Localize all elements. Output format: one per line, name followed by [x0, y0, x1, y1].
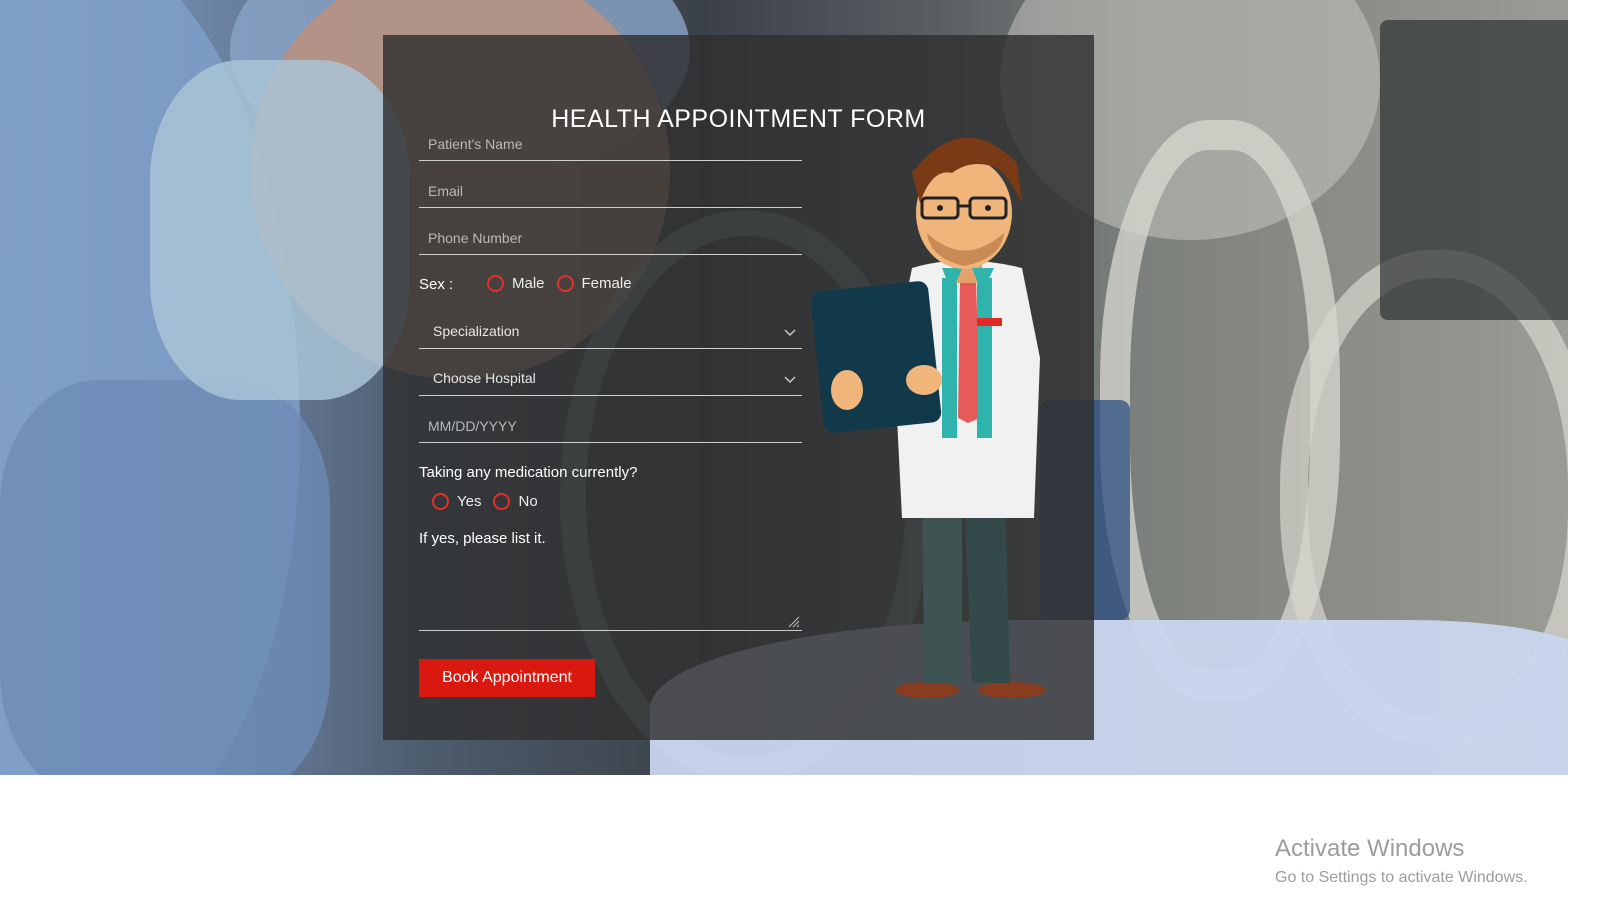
- male-label: Male: [512, 275, 545, 292]
- resize-handle-icon[interactable]: [788, 616, 800, 628]
- doctor-illustration: [812, 137, 1046, 698]
- watermark-title: Activate Windows: [1275, 835, 1465, 862]
- patient-name-field[interactable]: [419, 115, 802, 161]
- female-label: Female: [581, 275, 632, 292]
- yes-label: Yes: [457, 493, 482, 510]
- hospital-select[interactable]: Choose Hospital: [419, 350, 802, 396]
- watermark-subtitle: Go to Settings to activate Windows.: [1275, 869, 1528, 886]
- specialization-value: Specialization: [433, 323, 520, 339]
- email-field[interactable]: [419, 162, 802, 208]
- email-input[interactable]: [428, 183, 802, 199]
- specialization-select[interactable]: Specialization: [419, 303, 802, 349]
- patient-name-input[interactable]: [428, 136, 802, 152]
- medication-radio-group: Yes No: [432, 493, 550, 510]
- hospital-value: Choose Hospital: [433, 370, 536, 386]
- male-radio[interactable]: [487, 275, 504, 292]
- no-label: No: [518, 493, 538, 510]
- female-radio[interactable]: [556, 275, 574, 292]
- chevron-down-icon: [784, 329, 796, 336]
- chevron-down-icon: [784, 376, 796, 383]
- medication-question: Taking any medication currently?: [419, 464, 638, 481]
- book-appointment-button[interactable]: Book Appointment: [419, 659, 595, 697]
- sex-radio-group: Male Female: [487, 275, 644, 292]
- date-field[interactable]: [419, 397, 802, 443]
- activate-windows-watermark: Activate Windows Go to Settings to activ…: [1275, 835, 1528, 887]
- medication-list-textarea[interactable]: [419, 555, 802, 631]
- medication-list-label: If yes, please list it.: [419, 530, 546, 547]
- phone-input[interactable]: [428, 230, 802, 246]
- date-input[interactable]: [428, 418, 802, 434]
- sex-label: Sex :: [419, 276, 454, 293]
- no-radio[interactable]: [493, 493, 511, 510]
- phone-field[interactable]: [419, 209, 802, 255]
- yes-radio[interactable]: [432, 493, 449, 510]
